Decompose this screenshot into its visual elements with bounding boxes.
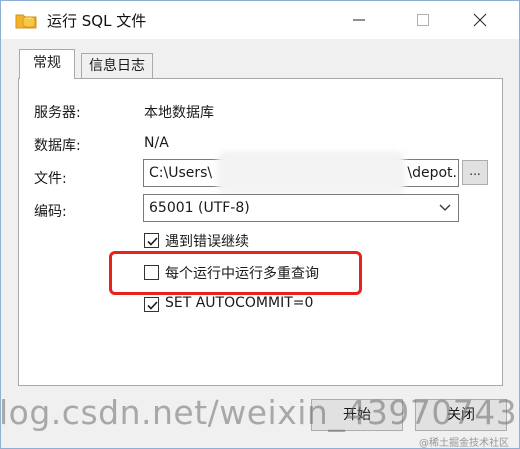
- encoding-select[interactable]: 65001 (UTF-8): [143, 194, 459, 222]
- window-title: 运行 SQL 文件: [47, 12, 147, 30]
- red-highlight-box: [109, 251, 362, 295]
- checkmark-icon: [147, 237, 158, 246]
- redacted-path-blur: [217, 151, 405, 195]
- file-path-text: C:\Users\: [149, 165, 213, 181]
- encoding-label: 编码:: [34, 204, 67, 220]
- option-label: 遇到错误继续: [165, 234, 249, 250]
- minimize-icon[interactable]: [345, 7, 373, 33]
- close-icon[interactable]: [466, 7, 494, 33]
- database-label: 数据库:: [34, 138, 81, 154]
- option-continue-on-error[interactable]: 遇到错误继续: [144, 231, 264, 251]
- tab-general[interactable]: 常规: [19, 49, 75, 79]
- encoding-selected-value: 65001 (UTF-8): [149, 200, 250, 216]
- file-label: 文件:: [34, 171, 67, 187]
- watermark-corner-text: @稀土掘金技术社区: [419, 438, 509, 449]
- server-label: 服务器:: [34, 105, 81, 121]
- close-button[interactable]: 关闭: [415, 399, 507, 431]
- title-bar[interactable]: 运行 SQL 文件: [1, 1, 519, 39]
- option-label: SET AUTOCOMMIT=0: [165, 295, 314, 311]
- folder-database-icon: [15, 14, 37, 29]
- checkbox-checked[interactable]: [144, 233, 159, 248]
- file-path-tail: \depot.: [407, 165, 457, 181]
- maximize-icon[interactable]: [409, 7, 437, 33]
- browse-file-button[interactable]: ...: [462, 160, 488, 185]
- option-set-autocommit[interactable]: SET AUTOCOMMIT=0: [144, 295, 334, 315]
- chevron-down-icon[interactable]: [438, 200, 452, 214]
- run-sql-file-dialog: 运行 SQL 文件 常规 信息日志 服务器: 本地数据库 数据库: N/A 文件…: [0, 0, 520, 449]
- tab-info-log[interactable]: 信息日志: [81, 53, 153, 79]
- checkbox-checked[interactable]: [144, 297, 159, 312]
- start-button[interactable]: 开始: [311, 399, 403, 431]
- checkmark-icon: [147, 301, 158, 310]
- server-value: 本地数据库: [144, 105, 214, 121]
- database-value: N/A: [144, 135, 169, 151]
